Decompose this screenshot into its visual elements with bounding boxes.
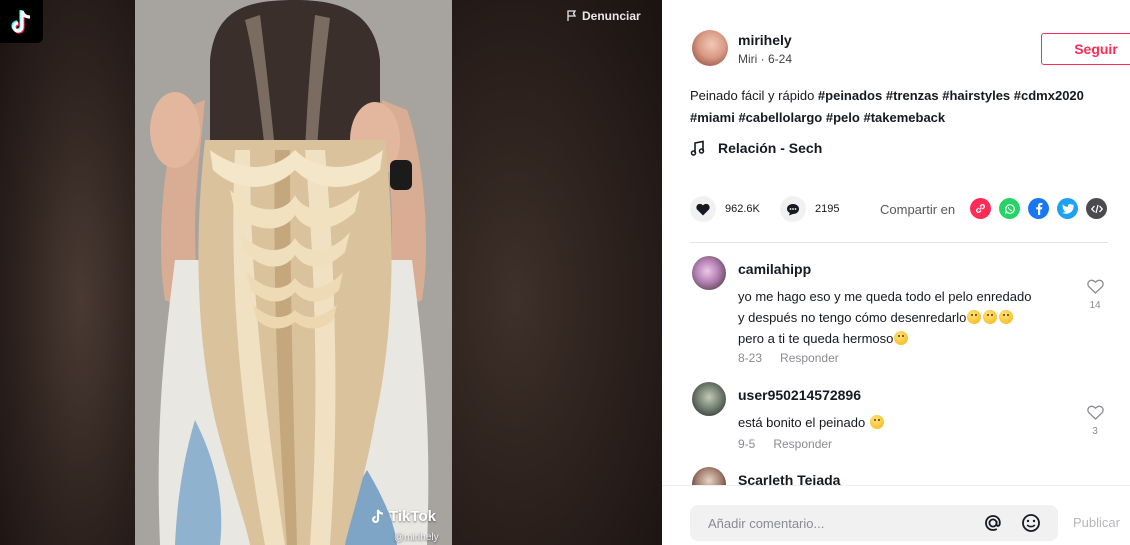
tiktok-watermark-icon	[372, 509, 383, 523]
at-sign-icon	[985, 515, 1001, 531]
comment-username[interactable]: user950214572896	[738, 387, 861, 403]
author-username[interactable]: mirihely	[738, 32, 792, 48]
watermark-brand: TikTok	[389, 508, 436, 525]
author-info: mirihely Miri · 6-24 Seguir	[692, 30, 1130, 70]
comment-item: camilahipp yo me hago eso y me queda tod…	[690, 256, 1110, 371]
twitter-icon	[1061, 203, 1074, 214]
video-player[interactable]: Denunciar TikTok @mirihely	[0, 0, 662, 545]
hashtag-link[interactable]: #trenzas	[886, 88, 939, 103]
comment-line-with-emoji: está bonito el peinado	[738, 412, 1078, 433]
emoji-icon	[983, 310, 998, 324]
comment-text: está bonito el peinado	[738, 412, 1078, 433]
author-avatar[interactable]	[692, 30, 728, 66]
comment-bubble-icon	[787, 203, 799, 215]
whatsapp-icon	[1004, 203, 1015, 214]
comment-like-count: 3	[1092, 426, 1098, 437]
comment-line: yo me hago eso y me queda todo el pelo e…	[738, 289, 1032, 304]
report-button[interactable]: Denunciar	[566, 9, 641, 23]
embed-icon	[1090, 204, 1103, 213]
video-still-image	[135, 0, 452, 545]
facebook-icon	[1035, 203, 1042, 215]
emoji-icon	[999, 310, 1014, 324]
share-whatsapp[interactable]	[999, 198, 1020, 219]
hashtag-link[interactable]: #miami	[690, 110, 735, 125]
comment-line: y después no tengo cómo desenredarlo	[738, 310, 967, 325]
comment-input[interactable]	[690, 505, 970, 541]
video-blur-background-right	[452, 0, 662, 545]
emoji-icon	[894, 331, 909, 345]
comment-list[interactable]: camilahipp yo me hago eso y me queda tod…	[690, 243, 1110, 485]
share-embed[interactable]	[1086, 198, 1107, 219]
music-note-icon	[690, 140, 705, 156]
comment-avatar[interactable]	[692, 382, 726, 416]
comment-item: user950214572896 está bonito el peinado …	[690, 382, 1110, 462]
engagement-bar: 962.6K 2195 Compartir en	[690, 196, 1130, 222]
comment-date: 9-5	[738, 437, 756, 451]
like-count: 962.6K	[725, 203, 760, 215]
tiktok-watermark: TikTok	[370, 508, 436, 525]
heart-outline-icon	[1086, 279, 1104, 294]
emoji-picker-button[interactable]	[1020, 512, 1042, 534]
flag-icon	[567, 10, 577, 21]
tiktok-logo[interactable]	[0, 0, 43, 43]
comment-username[interactable]: Scarleth Tejada	[738, 472, 840, 485]
comment-meta: 8-23 Responder	[738, 351, 839, 365]
hashtag-link[interactable]: #peinados	[818, 88, 882, 103]
comment-avatar[interactable]	[692, 256, 726, 290]
emoji-icon	[869, 415, 884, 429]
comment-button[interactable]	[780, 196, 806, 222]
heart-outline-icon	[1086, 405, 1104, 420]
emoji-icon	[967, 310, 982, 324]
hashtag-link[interactable]: #cabellolargo	[738, 110, 822, 125]
reply-button[interactable]: Responder	[773, 437, 832, 451]
comment-like-count: 14	[1089, 300, 1101, 311]
music-link[interactable]: Relación - Sech	[690, 140, 822, 156]
comment-line: está bonito el peinado	[738, 415, 866, 430]
comment-item: Scarleth Tejada	[690, 467, 1110, 485]
comment-composer: Publicar	[662, 485, 1130, 545]
video-frame[interactable]	[135, 0, 452, 545]
comment-meta: 9-5 Responder	[738, 437, 832, 451]
share-facebook[interactable]	[1028, 198, 1049, 219]
post-comment-button[interactable]: Publicar	[1073, 515, 1120, 530]
heart-icon	[696, 203, 710, 215]
description-text: Peinado fácil y rápido	[690, 88, 818, 103]
comment-username[interactable]: camilahipp	[738, 261, 811, 277]
follow-button[interactable]: Seguir	[1041, 33, 1130, 65]
comment-date: 8-23	[738, 351, 763, 365]
reply-button[interactable]: Responder	[780, 351, 839, 365]
comment-like-button[interactable]: 3	[1084, 405, 1106, 437]
comment-count: 2195	[815, 203, 840, 215]
hashtag-link[interactable]: #takemeback	[863, 110, 945, 125]
video-details-panel: mirihely Miri · 6-24 Seguir Peinado fáci…	[662, 0, 1130, 545]
author-nickname-date: Miri · 6-24	[738, 52, 793, 66]
video-blur-background-left	[0, 0, 135, 545]
tiktok-note-icon	[10, 9, 30, 34]
comment-text: yo me hago eso y me queda todo el pelo e…	[738, 286, 1078, 349]
report-label: Denunciar	[582, 9, 641, 23]
share-twitter[interactable]	[1057, 198, 1078, 219]
comment-line-with-emoji: pero a ti te queda hermoso	[738, 328, 1078, 349]
watermark-username: @mirihely	[394, 532, 439, 543]
video-description: Peinado fácil y rápido #peinados #trenza…	[690, 85, 1110, 129]
comment-line: pero a ti te queda hermoso	[738, 331, 894, 346]
music-title: Relación - Sech	[718, 140, 823, 156]
comment-avatar[interactable]	[692, 467, 726, 485]
hashtag-link[interactable]: #pelo	[826, 110, 860, 125]
hashtag-link[interactable]: #cdmx2020	[1014, 88, 1084, 103]
mention-button[interactable]	[982, 512, 1004, 534]
link-icon	[976, 204, 985, 213]
comment-input-container	[690, 505, 1058, 541]
share-copy-link[interactable]	[970, 198, 991, 219]
comment-line-with-emoji: y después no tengo cómo desenredarlo	[738, 307, 1078, 328]
like-button[interactable]	[690, 196, 716, 222]
hashtag-link[interactable]: #hairstyles	[942, 88, 1010, 103]
share-label: Compartir en	[880, 202, 956, 217]
comment-like-button[interactable]: 14	[1084, 279, 1106, 311]
smiley-icon	[1022, 514, 1040, 532]
